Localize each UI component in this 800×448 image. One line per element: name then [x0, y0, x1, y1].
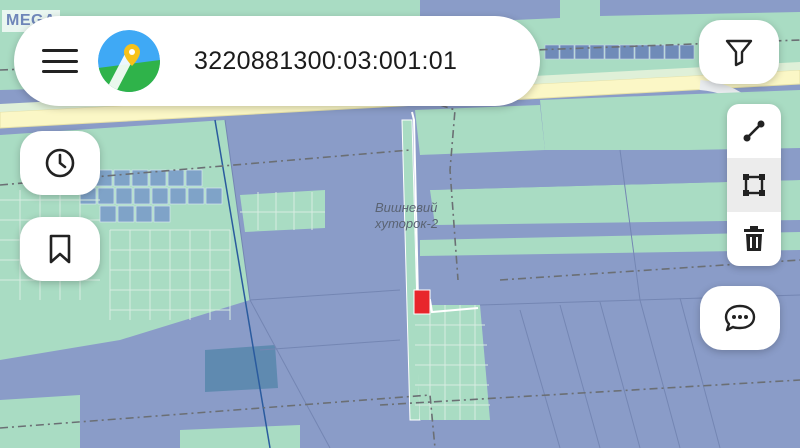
search-bar[interactable]: 3220881300:03:001:01 [14, 16, 540, 106]
filter-icon [725, 39, 753, 67]
clock-icon [45, 148, 75, 178]
ruler-line-icon [743, 120, 765, 142]
cadastral-number[interactable]: 3220881300:03:001:01 [194, 47, 457, 76]
place-label-line1: Вишневий [375, 200, 438, 215]
delete-measure-button[interactable] [727, 212, 781, 266]
selected-parcel[interactable] [413, 289, 431, 315]
measure-distance-button[interactable] [727, 104, 781, 158]
place-label-line2: хуторок-2 [375, 216, 439, 231]
bookmark-button[interactable] [20, 217, 100, 281]
measure-tools-panel [727, 104, 781, 266]
chat-button[interactable] [700, 286, 780, 350]
chat-bubble-icon [724, 304, 756, 332]
menu-icon[interactable] [42, 49, 78, 73]
measure-area-button[interactable] [727, 158, 781, 212]
map-app-logo [98, 30, 160, 92]
history-button[interactable] [20, 131, 100, 195]
filter-button[interactable] [699, 20, 779, 84]
trash-icon [744, 226, 764, 251]
bookmark-icon [49, 234, 71, 264]
place-label: Вишневий хуторок-2 [375, 200, 438, 232]
polygon-icon [743, 174, 765, 196]
